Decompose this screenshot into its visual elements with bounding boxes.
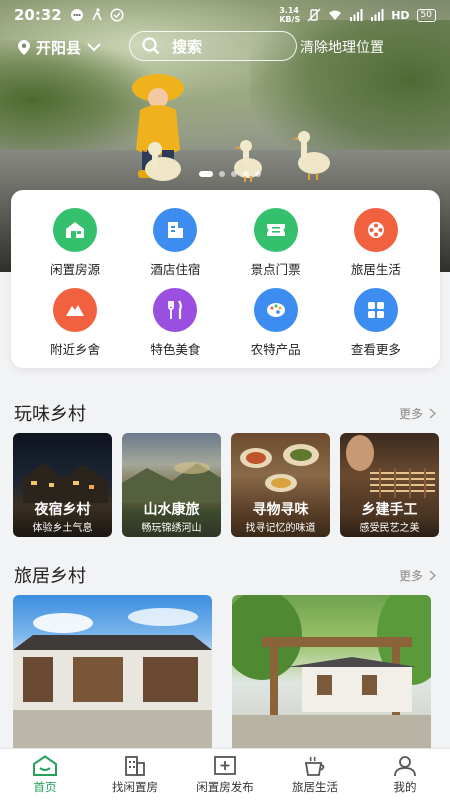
search-icon xyxy=(142,37,160,55)
status-bar: 20:32 3.14 KB/S HD 50 xyxy=(0,0,450,30)
banner-dot[interactable] xyxy=(219,171,225,177)
category-view-more[interactable]: 查看更多 xyxy=(326,288,426,358)
play-cards-row: 夜宿乡村 体验乡土气息 山水康旅 畅玩锦绣河山 寻物寻味 找寻记忆的味道 乡建手… xyxy=(13,433,450,537)
net-speed: 3.14 KB/S xyxy=(279,6,301,24)
top-search-row: 开阳县 搜索 清除地理位置 xyxy=(0,30,450,64)
check-circle-icon xyxy=(110,8,124,22)
fork-knife-icon xyxy=(153,288,198,332)
bottom-tab-bar: 首页 找闲置房 闲置房发布 旅居生活 我的 xyxy=(0,748,450,800)
tab-travel-life[interactable]: 旅居生活 xyxy=(270,749,360,800)
banner-duck-1 xyxy=(141,142,181,181)
old-house-photo xyxy=(13,608,212,755)
location-selector[interactable]: 开阳县 xyxy=(18,37,101,58)
stay-cards-row xyxy=(13,595,450,755)
home-icon xyxy=(33,754,57,776)
category-travel-life[interactable]: 旅居生活 xyxy=(326,208,426,278)
search-placeholder: 搜索 xyxy=(172,37,203,56)
section-title: 玩味乡村 xyxy=(14,404,86,425)
play-card-night-stay[interactable]: 夜宿乡村 体验乡土气息 xyxy=(13,433,112,537)
status-time: 20:32 xyxy=(14,6,62,24)
category-nearby-cottage[interactable]: 附近乡舍 xyxy=(25,288,125,358)
stay-more-link[interactable]: 更多 xyxy=(399,567,436,584)
category-special-food[interactable]: 特色美食 xyxy=(125,288,225,358)
chevron-right-icon xyxy=(429,569,436,581)
stay-card-old-house[interactable] xyxy=(13,595,212,755)
user-icon xyxy=(394,755,416,776)
banner-pagination xyxy=(199,171,261,177)
house-icon xyxy=(53,208,98,252)
category-hotel[interactable]: 酒店住宿 xyxy=(125,208,225,278)
banner-dot[interactable] xyxy=(243,171,249,177)
ticket-icon xyxy=(253,208,298,252)
tab-home[interactable]: 首页 xyxy=(0,749,90,800)
play-card-landscape[interactable]: 山水康旅 畅玩锦绣河山 xyxy=(122,433,221,537)
section-title: 旅居乡村 xyxy=(14,566,86,587)
tab-find-idle-housing[interactable]: 找闲置房 xyxy=(90,749,180,800)
stay-card-garden-house[interactable] xyxy=(232,595,431,755)
hd-label: HD xyxy=(391,8,410,22)
banner-dot[interactable] xyxy=(255,171,261,177)
category-farm-products[interactable]: 农特产品 xyxy=(226,288,326,358)
garden-house-photo xyxy=(232,595,431,755)
location-pin-icon xyxy=(18,39,30,55)
chevron-down-icon xyxy=(87,42,101,51)
grid-icon xyxy=(353,288,398,332)
banner-duck-3 xyxy=(292,131,330,180)
wifi-icon xyxy=(329,10,342,20)
battery-icon: 50 xyxy=(416,8,436,22)
chevron-right-icon xyxy=(429,407,436,419)
play-card-handcraft[interactable]: 乡建手工 感受民艺之美 xyxy=(340,433,439,537)
stay-section-header: 旅居乡村 更多 xyxy=(14,562,436,588)
banner-dot[interactable] xyxy=(231,171,237,177)
palette-icon xyxy=(253,288,298,332)
tab-publish-idle-housing[interactable]: 闲置房发布 xyxy=(180,749,270,800)
play-more-link[interactable]: 更多 xyxy=(399,405,436,422)
cup-icon xyxy=(304,756,325,776)
signal-icon xyxy=(350,9,363,21)
mountain-icon xyxy=(53,288,98,332)
search-input[interactable]: 搜索 xyxy=(129,31,297,61)
play-section-header: 玩味乡村 更多 xyxy=(14,400,436,426)
add-square-icon xyxy=(214,755,236,775)
play-card-food[interactable]: 寻物寻味 找寻记忆的味道 xyxy=(231,433,330,537)
clear-location-button[interactable]: 清除地理位置 xyxy=(300,37,384,57)
film-reel-icon xyxy=(353,208,398,252)
category-card: 闲置房源 酒店住宿 景点门票 旅居生活 附近乡舍 特色美食 农特产品 查看更多 xyxy=(11,190,440,368)
category-tickets[interactable]: 景点门票 xyxy=(226,208,326,278)
hotel-icon xyxy=(153,208,198,252)
building-icon xyxy=(125,755,145,776)
tab-profile[interactable]: 我的 xyxy=(360,749,450,800)
banner-dot[interactable] xyxy=(199,171,213,177)
category-idle-housing[interactable]: 闲置房源 xyxy=(25,208,125,278)
signal-icon-2 xyxy=(371,9,384,21)
message-icon xyxy=(70,9,83,21)
walking-icon xyxy=(92,8,102,21)
vibrate-mute-icon xyxy=(307,8,321,22)
location-city: 开阳县 xyxy=(36,38,82,57)
